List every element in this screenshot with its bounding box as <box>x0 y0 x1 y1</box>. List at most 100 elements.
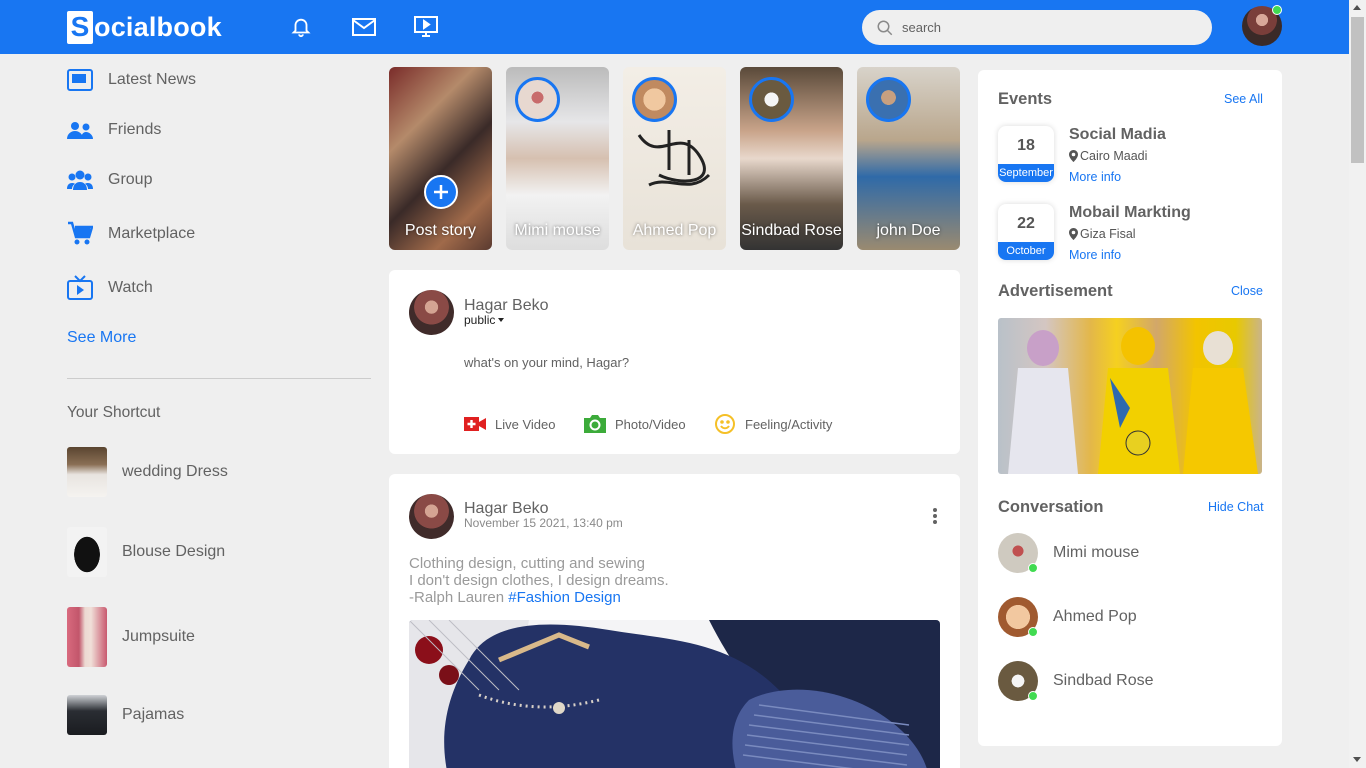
story-post[interactable]: Post story <box>389 67 492 250</box>
scroll-down-icon[interactable] <box>1353 757 1361 762</box>
story-label: Sindbad Rose <box>741 222 842 239</box>
post-line: -Ralph Lauren #Fashion Design <box>409 589 929 606</box>
calligraphy-image <box>637 130 711 187</box>
scroll-thumb[interactable] <box>1351 17 1364 163</box>
logo-letter: S <box>67 10 93 44</box>
location-icon <box>1069 150 1078 162</box>
shortcut-pajamas[interactable]: Pajamas <box>67 695 184 735</box>
online-indicator <box>1028 627 1038 637</box>
shortcut-label: wedding Dress <box>122 463 228 480</box>
action-label: Feeling/Activity <box>745 416 833 432</box>
photo-video-button[interactable]: Photo/Video <box>584 413 686 435</box>
right-sidebar: Events See All 18 September Social Madia… <box>978 70 1282 746</box>
sidebar-item-label: Friends <box>108 121 162 138</box>
post-timestamp: November 15 2021, 13:40 pm <box>464 516 623 530</box>
sidebar-item-label: Latest News <box>108 71 197 88</box>
sidebar-item-label: Group <box>108 171 153 188</box>
shortcut-label: Blouse Design <box>122 543 226 560</box>
sidebar-item-marketplace[interactable]: Marketplace <box>67 221 195 247</box>
post-text: Clothing design, cutting and sewing I do… <box>409 555 929 606</box>
post-line: I don't design clothes, I design dreams. <box>409 572 669 589</box>
friends-icon <box>67 117 93 143</box>
hide-chat-link[interactable]: Hide Chat <box>1208 500 1264 514</box>
shortcut-thumbnail <box>67 695 107 735</box>
close-ad-link[interactable]: Close <box>1231 284 1263 298</box>
shortcut-blouse-design[interactable]: Blouse Design <box>67 527 225 577</box>
story-avatar <box>866 77 911 122</box>
more-info-link[interactable]: More info <box>1069 248 1121 262</box>
sidebar-item-latest-news[interactable]: Latest News <box>67 67 196 93</box>
event-month: September <box>998 164 1054 182</box>
event-place-label: Giza Fisal <box>1080 227 1136 241</box>
story-john-doe[interactable]: john Doe <box>857 67 960 250</box>
story-label: Ahmed Pop <box>632 222 717 239</box>
story-mimi-mouse[interactable]: Mimi mouse <box>506 67 609 250</box>
divider <box>67 378 371 379</box>
sidebar-item-friends[interactable]: Friends <box>67 117 161 143</box>
post-composer: Hagar Beko public what's on your mind, H… <box>389 270 960 454</box>
scroll-up-icon[interactable] <box>1353 5 1361 10</box>
online-indicator <box>1028 563 1038 573</box>
search-icon <box>877 20 893 35</box>
location-icon <box>1069 228 1078 240</box>
post-image[interactable] <box>409 620 940 768</box>
hashtag-link[interactable]: #Fashion Design <box>508 589 621 606</box>
contact-sindbad-rose[interactable]: Sindbad Rose <box>998 661 1154 701</box>
shortcut-thumbnail <box>67 527 107 577</box>
bell-icon[interactable] <box>286 12 316 42</box>
post-line: Clothing design, cutting and sewing <box>409 555 645 572</box>
event-place: Giza Fisal <box>1069 227 1136 241</box>
caret-down-icon <box>498 318 505 322</box>
online-indicator <box>1028 691 1038 701</box>
story-sindbad-rose[interactable]: Sindbad Rose <box>740 67 843 250</box>
smile-icon <box>714 413 736 435</box>
feeling-activity-button[interactable]: Feeling/Activity <box>714 413 832 435</box>
action-label: Live Video <box>495 416 556 432</box>
privacy-label: public <box>464 313 496 327</box>
composer-avatar[interactable] <box>409 290 454 335</box>
online-indicator <box>1272 5 1282 15</box>
logo-text: ocialbook <box>94 11 222 42</box>
shortcut-wedding-dress[interactable]: wedding Dress <box>67 447 228 497</box>
search-box[interactable] <box>862 10 1212 45</box>
shortcut-title: Your Shortcut <box>67 404 161 421</box>
advertisement-image[interactable] <box>998 318 1262 474</box>
mail-icon[interactable] <box>349 12 379 42</box>
sidebar-item-label: Marketplace <box>108 225 196 242</box>
privacy-selector[interactable]: public <box>464 313 505 327</box>
navbar: S ocialbook <box>0 0 1349 54</box>
logo[interactable]: S ocialbook <box>67 10 222 44</box>
live-video-icon <box>464 413 486 435</box>
search-input[interactable] <box>902 20 1182 35</box>
contact-name: Mimi mouse <box>1053 544 1140 561</box>
contact-mimi-mouse[interactable]: Mimi mouse <box>998 533 1139 573</box>
story-ahmed-pop[interactable]: Ahmed Pop <box>623 67 726 250</box>
event-month: October <box>998 242 1054 260</box>
photo-icon <box>584 413 606 435</box>
post-avatar[interactable] <box>409 494 454 539</box>
conversation-title: Conversation <box>998 498 1104 516</box>
scrollbar[interactable] <box>1349 0 1366 768</box>
more-options-icon[interactable] <box>932 507 942 525</box>
shortcut-thumbnail <box>67 607 107 667</box>
see-all-link[interactable]: See All <box>1224 92 1263 106</box>
contact-name: Sindbad Rose <box>1053 672 1154 689</box>
contact-ahmed-pop[interactable]: Ahmed Pop <box>998 597 1137 637</box>
event-place-label: Cairo Maadi <box>1080 149 1148 163</box>
more-info-link[interactable]: More info <box>1069 170 1121 184</box>
group-icon <box>67 167 93 193</box>
story-avatar <box>632 77 677 122</box>
see-more-link[interactable]: See More <box>67 329 136 347</box>
live-video-button[interactable]: Live Video <box>464 413 555 435</box>
news-icon <box>67 67 93 93</box>
sidebar-item-group[interactable]: Group <box>67 167 152 193</box>
event-title: Social Madia <box>1069 126 1166 143</box>
sidebar-item-watch[interactable]: Watch <box>67 275 153 301</box>
plus-icon[interactable] <box>424 175 458 209</box>
event-title: Mobail Markting <box>1069 204 1191 221</box>
video-icon[interactable] <box>411 12 441 42</box>
composer-input[interactable]: what's on your mind, Hagar? <box>464 355 629 370</box>
shortcut-label: Jumpsuite <box>122 628 195 645</box>
story-label: john Doe <box>876 222 941 239</box>
shortcut-jumpsuite[interactable]: Jumpsuite <box>67 607 195 667</box>
